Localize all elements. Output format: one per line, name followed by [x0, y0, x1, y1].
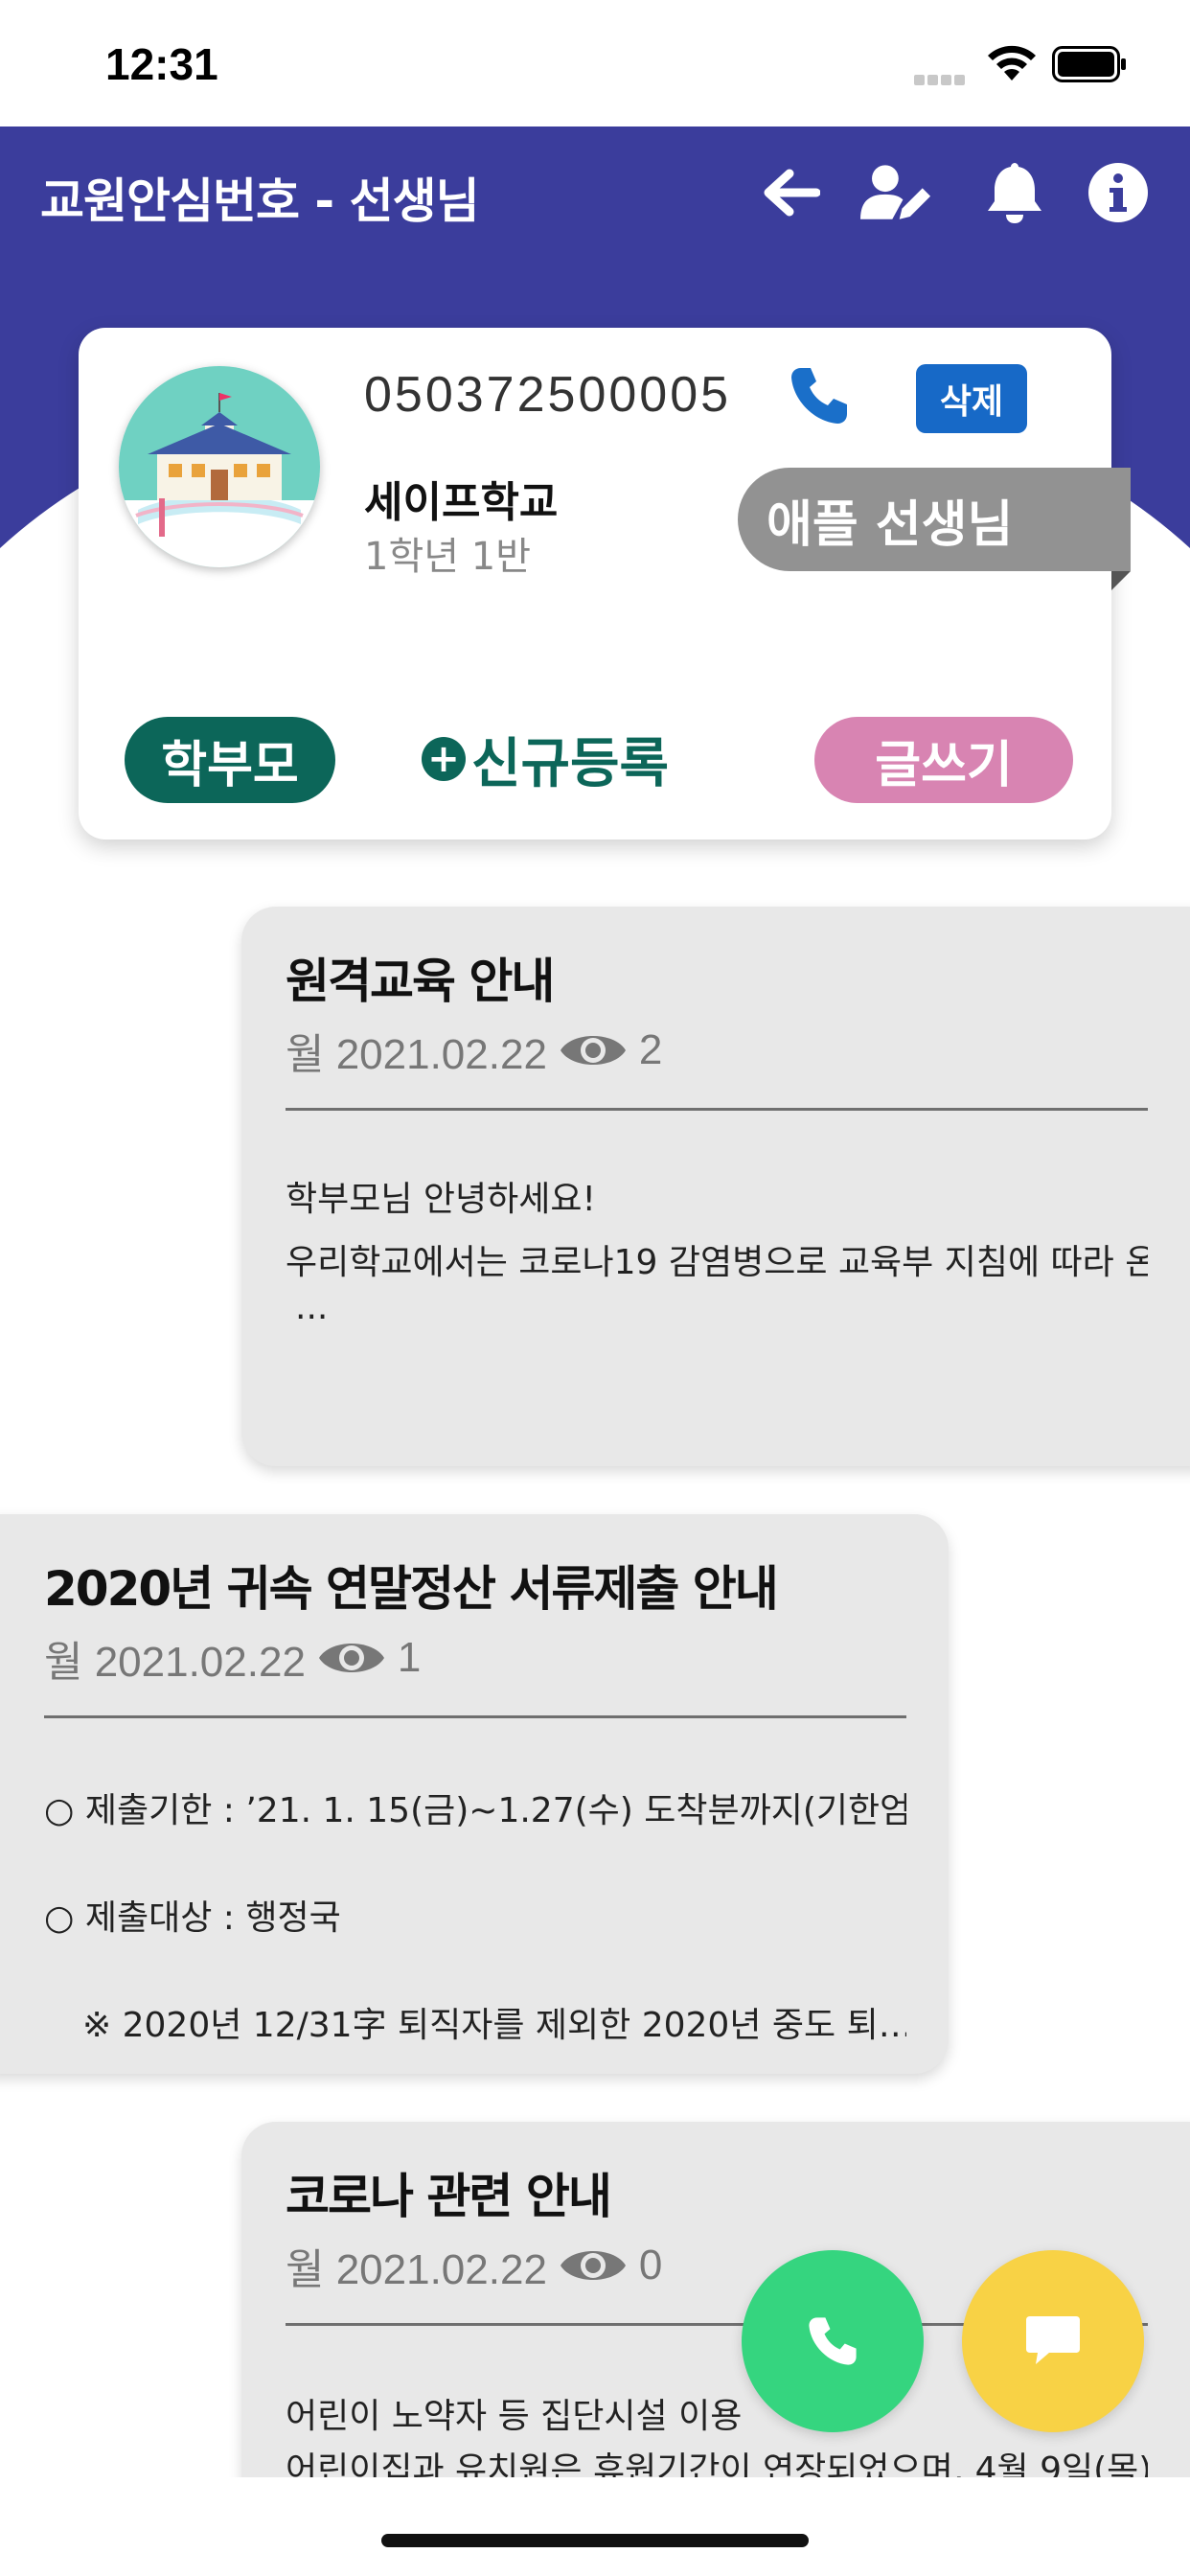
delete-button[interactable]: 삭제 [916, 364, 1027, 433]
eye-icon [560, 2251, 626, 2280]
user-edit-icon [860, 165, 931, 219]
school-name: 세이프학교 [364, 478, 559, 527]
bell-icon [988, 163, 1041, 223]
post-title: 원격교육 안내 [286, 954, 555, 1009]
bottom-safe-area [0, 2477, 1190, 2576]
tag-fold [1111, 571, 1131, 590]
view-count: 0 [638, 2242, 663, 2288]
eye-icon [560, 1036, 626, 1065]
cellular-signal-icon [914, 71, 970, 85]
edit-profile-button[interactable] [860, 157, 931, 228]
post-preview-ellipsis: ... [295, 1288, 329, 1327]
post-preview-line: 우리학교에서는 코로나19 감염병으로 교육부 지침에 따라 온 [286, 1243, 1148, 1282]
post-preview-line: ※ 2020년 12/31字 퇴직자를 제외한 2020년 중도 퇴… [82, 2006, 906, 2045]
new-registration-label: 신규등록 [471, 732, 670, 795]
info-icon [1088, 163, 1148, 222]
new-registration-button[interactable]: + 신규등록 [422, 721, 669, 797]
post-title: 코로나 관련 안내 [286, 2169, 612, 2224]
post-card[interactable]: 원격교육 안내 월 2021.02.22 2 학부모님 안녕하세요! 우리학교에… [241, 907, 1190, 1466]
chat-bubble-icon [1026, 2316, 1080, 2364]
post-meta: 월 2021.02.22 1 [44, 1627, 421, 1689]
post-preview-line: ○ 제출기한 : ’21. 1. 15(금)~1.27(수) 도착분까지(기한엄… [44, 1791, 906, 1830]
school-building-icon [119, 366, 320, 567]
view-count: 2 [638, 1026, 663, 1073]
post-card[interactable]: 2020년 귀속 연말정산 서류제출 안내 월 2021.02.22 1 ○ 제… [0, 1514, 949, 2074]
post-date: 월 2021.02.22 [286, 2246, 547, 2293]
home-indicator[interactable] [381, 2534, 809, 2547]
post-divider [286, 1108, 1148, 1111]
wifi-icon [988, 45, 1036, 80]
plus-circle-icon: + [422, 737, 466, 781]
post-meta: 월 2021.02.22 2 [286, 1020, 662, 1081]
post-preview-line: 학부모님 안녕하세요! [286, 1180, 596, 1219]
notification-button[interactable] [979, 157, 1050, 228]
phone-icon [809, 2317, 857, 2365]
status-time: 12:31 [105, 39, 218, 89]
post-title: 2020년 귀속 연말정산 서류제출 안내 [44, 1561, 779, 1617]
back-arrow-icon [764, 169, 820, 217]
view-count: 1 [397, 1634, 422, 1681]
parent-button[interactable]: 학부모 [125, 717, 335, 803]
teacher-profile-card: 050372500005 삭제 세이프학교 1학년 1반 애플 선생님 학부모 … [79, 328, 1131, 840]
call-fab-button[interactable] [742, 2250, 924, 2432]
battery-icon [1052, 46, 1126, 82]
status-bar: 12:31 [0, 0, 1190, 126]
write-post-button[interactable]: 글쓰기 [814, 717, 1073, 803]
teacher-name-tag: 애플 선생님 [738, 468, 1131, 571]
post-divider [44, 1715, 906, 1718]
teacher-name: 애플 선생님 [767, 495, 1014, 554]
eye-icon [318, 1644, 384, 1672]
back-button[interactable] [755, 157, 826, 228]
post-meta: 월 2021.02.22 0 [286, 2235, 662, 2296]
page-title: 교원안심번호 - 선생님 [40, 173, 480, 229]
class-name: 1학년 1반 [364, 535, 532, 579]
info-button[interactable] [1083, 157, 1154, 228]
safe-phone-number: 050372500005 [364, 367, 732, 423]
post-date: 월 2021.02.22 [286, 1031, 547, 1078]
post-preview-line: ○ 제출대상 : 행정국 [44, 1898, 341, 1938]
chat-fab-button[interactable] [962, 2250, 1144, 2432]
phone-call-icon[interactable] [788, 364, 851, 427]
post-date: 월 2021.02.22 [44, 1639, 306, 1686]
school-avatar [119, 366, 320, 567]
